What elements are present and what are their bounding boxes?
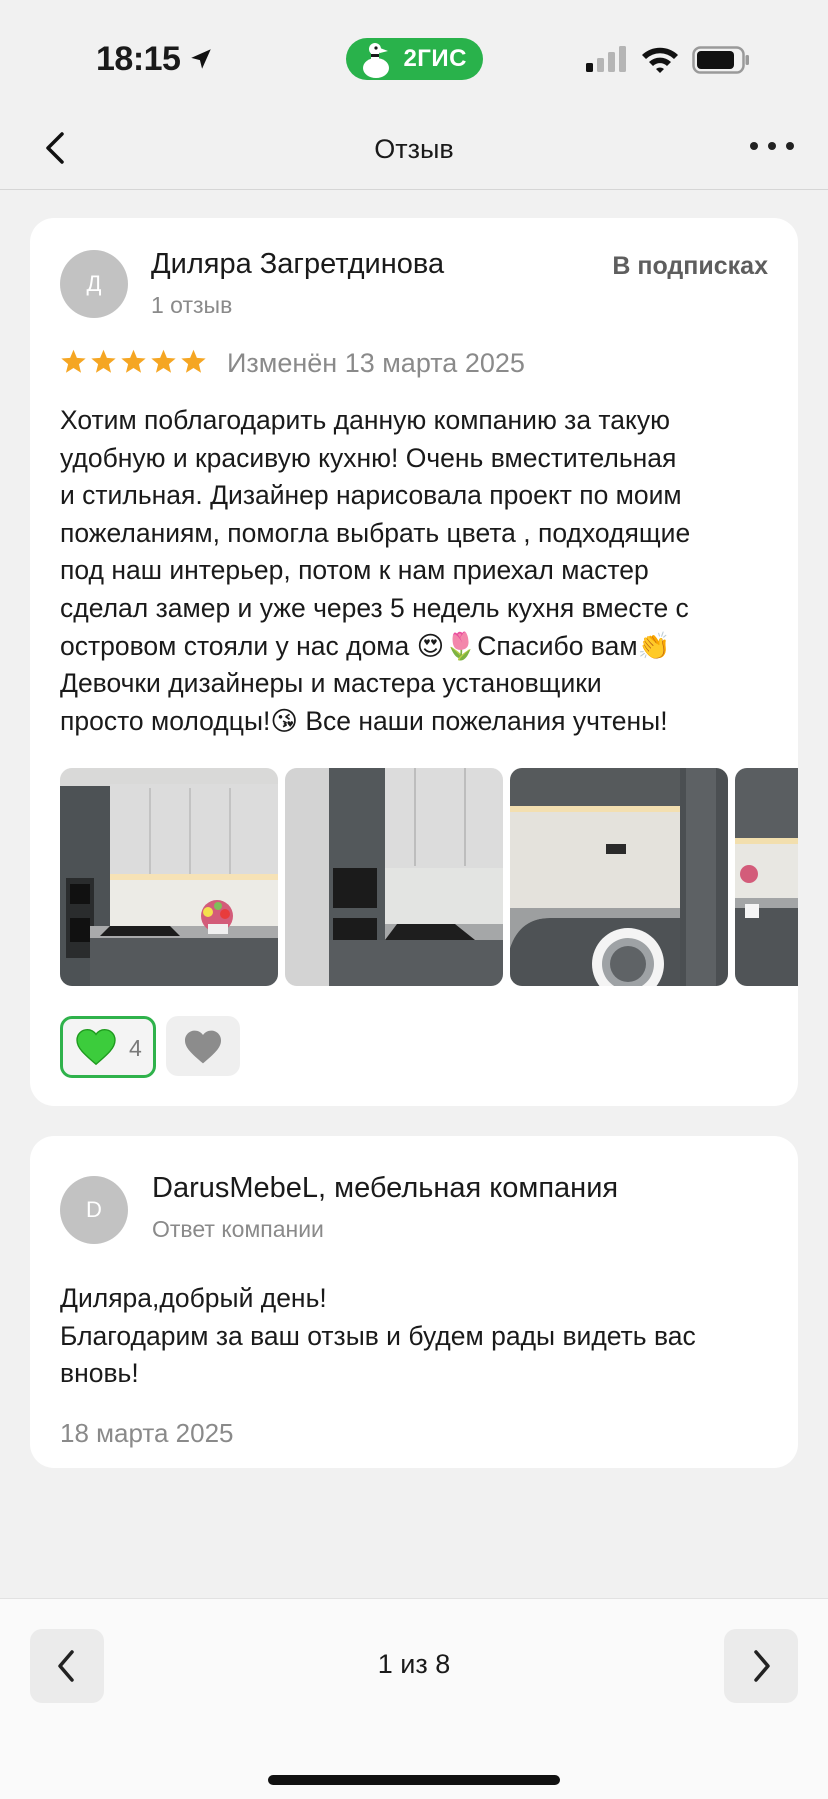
star-icon xyxy=(91,349,116,373)
chevron-right-icon xyxy=(754,1650,770,1682)
like-button[interactable]: 4 xyxy=(60,1016,156,1078)
battery-icon xyxy=(692,46,749,74)
reply-date: 18 марта 2025 xyxy=(60,1418,234,1448)
cellular-signal-icon xyxy=(586,46,626,72)
star-icon xyxy=(181,349,206,373)
more-options-button[interactable] xyxy=(744,134,800,158)
location-arrow-icon xyxy=(191,49,211,69)
home-indicator[interactable] xyxy=(268,1775,560,1785)
rating-stars xyxy=(60,348,207,375)
author-review-count: 1 отзыв xyxy=(151,292,233,318)
review-photo[interactable] xyxy=(510,768,728,986)
heart-icon xyxy=(185,1030,221,1064)
edited-date: Изменён 13 марта 2025 xyxy=(227,348,525,378)
next-review-button[interactable] xyxy=(724,1629,798,1703)
star-icon xyxy=(121,349,146,373)
subscription-badge[interactable]: В подписках xyxy=(612,252,768,281)
app-badge: 2ГИС xyxy=(346,38,483,80)
photo-carousel[interactable] xyxy=(60,768,798,988)
star-icon xyxy=(61,349,86,373)
heart-icon xyxy=(76,1029,116,1066)
wifi-icon xyxy=(642,47,678,73)
company-avatar[interactable]: D xyxy=(60,1176,128,1244)
status-bar: 18:15 2ГИС xyxy=(0,0,828,110)
clock: 18:15 xyxy=(96,40,181,78)
page-indicator: 1 из 8 xyxy=(377,1649,451,1679)
avatar[interactable]: Д xyxy=(60,250,128,318)
company-reply-card: D DarusMebeL, мебельная компания Ответ к… xyxy=(30,1136,798,1468)
author-name[interactable]: Диляра Загретдинова xyxy=(151,248,444,281)
review-text: Хотим поблагодарить данную компанию за т… xyxy=(60,405,691,736)
dislike-button[interactable] xyxy=(166,1016,240,1076)
page-title: Отзыв xyxy=(374,134,454,164)
review-photo[interactable] xyxy=(285,768,503,986)
app-badge-label: 2ГИС xyxy=(403,45,467,72)
review-card: Д Диляра Загретдинова 1 отзыв В подписка… xyxy=(30,218,798,1106)
pagination-bar: 1 из 8 xyxy=(0,1598,828,1799)
reply-label: Ответ компании xyxy=(152,1216,324,1242)
company-name[interactable]: DarusMebeL, мебельная компания xyxy=(152,1172,618,1205)
like-count: 4 xyxy=(129,1035,142,1061)
goose-logo-icon xyxy=(363,43,389,78)
nav-bar: Отзыв xyxy=(0,110,828,190)
reply-text: Диляра,добрый день! Благодарим за ваш от… xyxy=(60,1283,696,1389)
review-photo[interactable] xyxy=(735,768,798,986)
star-icon xyxy=(151,349,176,373)
review-photo[interactable] xyxy=(60,768,278,986)
